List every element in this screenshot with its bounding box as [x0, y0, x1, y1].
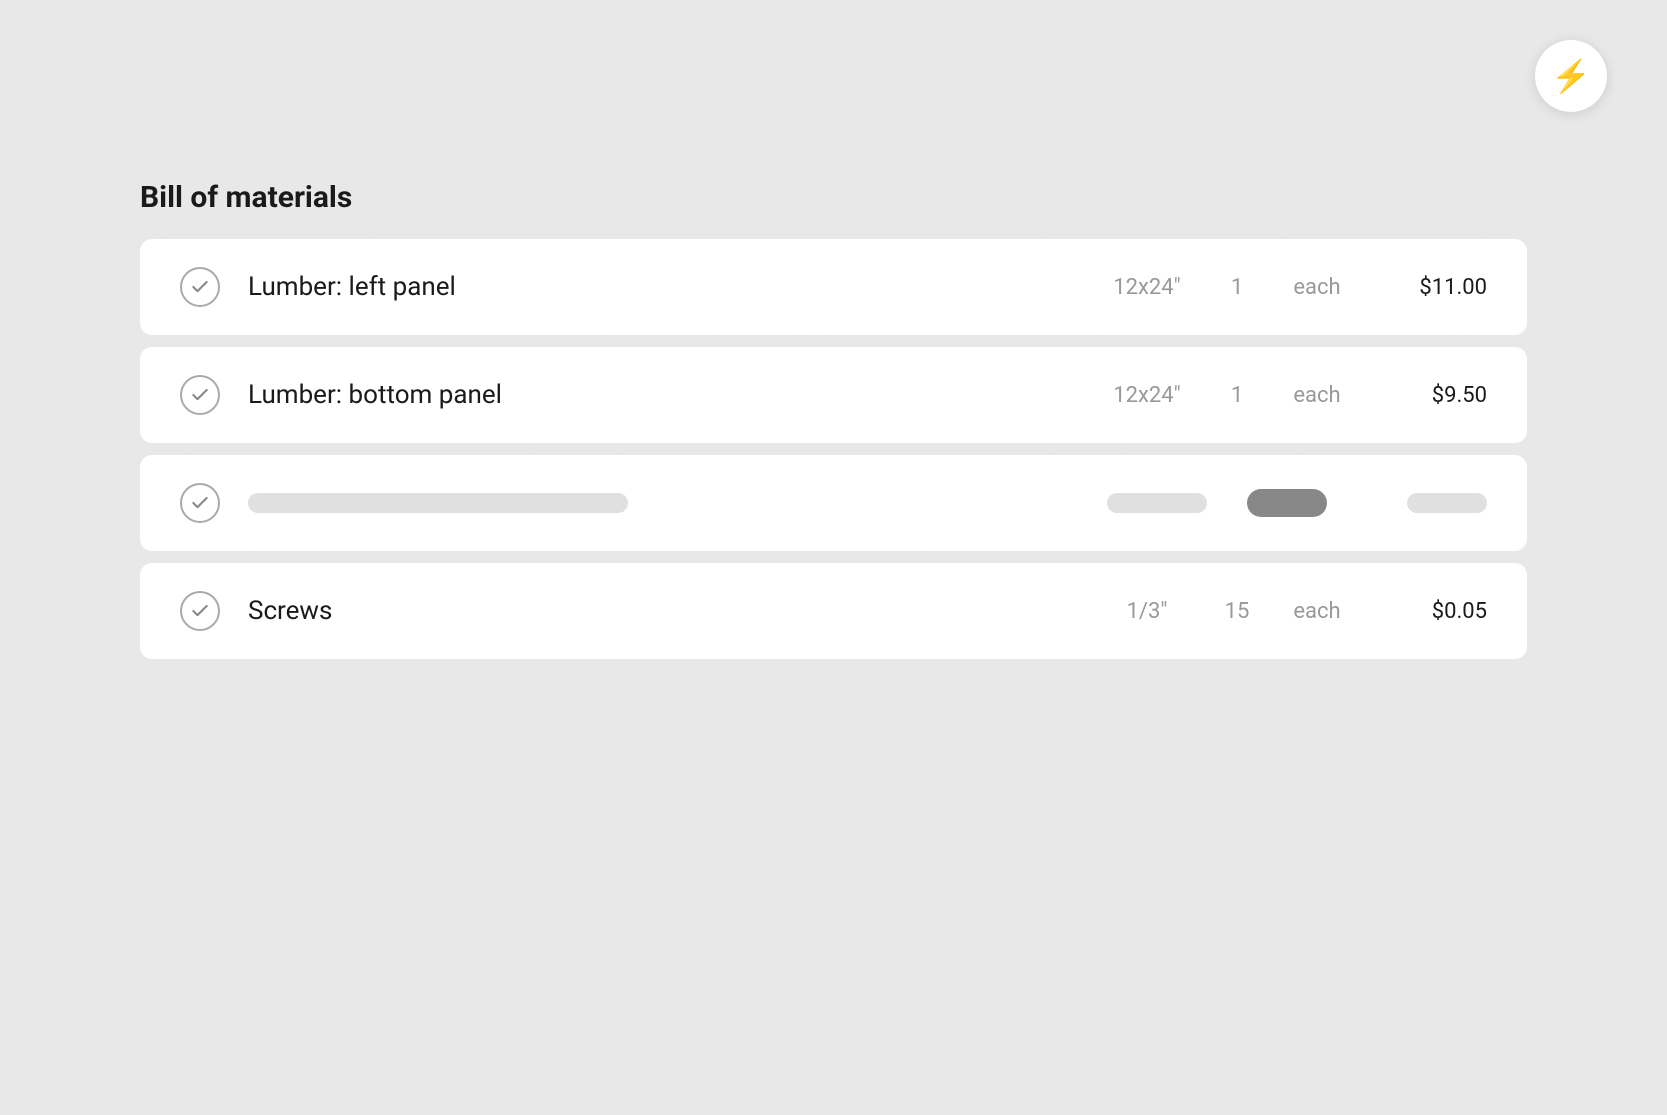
check-icon[interactable]: [180, 591, 220, 631]
check-icon[interactable]: [180, 267, 220, 307]
item-price: $11.00: [1367, 275, 1487, 300]
table-row: Lumber: left panel 12x24" 1 each $11.00: [140, 239, 1527, 335]
check-icon[interactable]: [180, 483, 220, 523]
skeleton-price: [1407, 493, 1487, 513]
check-icon[interactable]: [180, 375, 220, 415]
materials-list: Lumber: left panel 12x24" 1 each $11.00 …: [140, 239, 1527, 659]
item-quantity: 15: [1207, 599, 1267, 624]
item-name: Lumber: left panel: [248, 272, 1087, 302]
item-unit: each: [1267, 599, 1367, 624]
lightning-icon: ⚡: [1551, 57, 1591, 95]
item-dimension: 12x24": [1087, 383, 1207, 408]
item-name: Screws: [248, 596, 1087, 626]
table-row-loading: [140, 455, 1527, 551]
item-dimension: 12x24": [1087, 275, 1207, 300]
table-row: Screws 1/3" 15 each $0.05: [140, 563, 1527, 659]
item-price: $9.50: [1367, 383, 1487, 408]
page-title: Bill of materials: [140, 180, 1527, 215]
table-row: Lumber: bottom panel 12x24" 1 each $9.50: [140, 347, 1527, 443]
skeleton-dimension: [1107, 493, 1207, 513]
item-dimension: 1/3": [1087, 599, 1207, 624]
item-unit: each: [1267, 383, 1367, 408]
skeleton-name: [248, 493, 628, 513]
item-price: $0.05: [1367, 599, 1487, 624]
item-name: Lumber: bottom panel: [248, 380, 1087, 410]
item-quantity: 1: [1207, 383, 1267, 408]
skeleton-quantity: [1247, 489, 1327, 517]
main-content: Bill of materials Lumber: left panel 12x…: [140, 180, 1527, 659]
lightning-button[interactable]: ⚡: [1535, 40, 1607, 112]
item-unit: each: [1267, 275, 1367, 300]
item-quantity: 1: [1207, 275, 1267, 300]
